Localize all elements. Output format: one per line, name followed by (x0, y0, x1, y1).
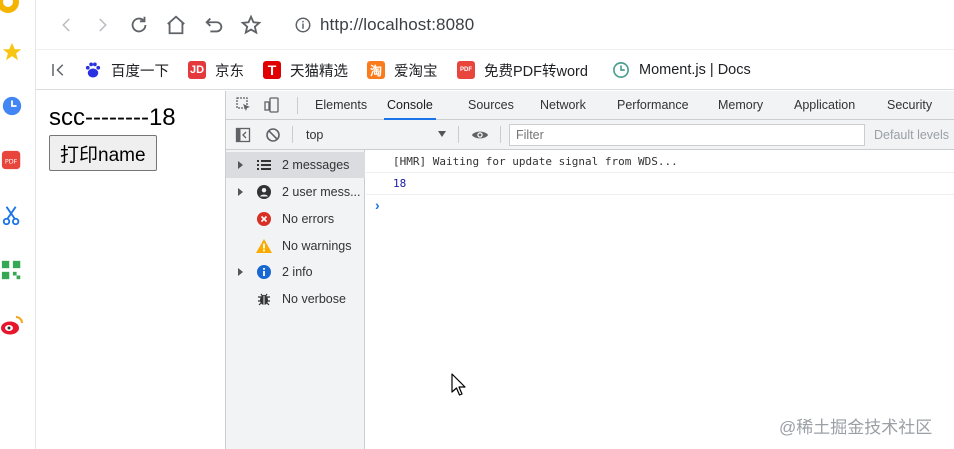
console-toolbar: top Default levels (226, 120, 954, 150)
arrow-left-icon (62, 18, 70, 32)
info-circle-icon[interactable] (294, 16, 312, 34)
page-text: scc--------18 (49, 104, 176, 131)
mouse-cursor-icon (451, 373, 467, 402)
bookmarks-bar: 百度一下 JD 京东 T 天猫精选 淘 爱淘宝 PDF 免费PDF转word M… (36, 49, 954, 90)
device-toolbar-button[interactable] (263, 96, 281, 114)
svg-text:PDF: PDF (5, 158, 18, 166)
bookmarks-toggle[interactable] (50, 50, 68, 90)
console-prompt-icon[interactable]: › (375, 197, 380, 213)
home-icon (167, 15, 185, 35)
inspect-cursor-icon (236, 97, 250, 111)
arrow-right-icon (99, 18, 107, 32)
list-icon (256, 157, 272, 173)
user-icon (256, 184, 272, 200)
expand-arrow-icon (238, 161, 243, 169)
star-icon[interactable] (0, 40, 24, 64)
address-bar[interactable]: http://localhost:8080 (294, 12, 474, 38)
jd-icon: JD (188, 61, 206, 79)
bookmark-moment[interactable]: Moment.js | Docs (612, 50, 751, 90)
sidebar-item-verbose[interactable]: No verbose (226, 286, 365, 312)
tab-console[interactable]: Console (384, 91, 436, 120)
tab-memory[interactable]: Memory (718, 91, 763, 120)
devtools-tab-bar: Elements Console Sources Network Perform… (226, 91, 954, 120)
taobao-icon: 淘 (367, 61, 385, 79)
bookmark-tmall[interactable]: T 天猫精选 (263, 50, 348, 90)
sidebar-item-user-messages[interactable]: 2 user mess... (226, 179, 365, 205)
watermark: @稀土掘金技术社区 (779, 418, 933, 437)
forward-button[interactable] (89, 12, 115, 38)
inspect-element-button[interactable] (235, 96, 253, 114)
reload-button[interactable] (126, 12, 152, 38)
tab-performance[interactable]: Performance (617, 91, 689, 120)
device-mobile-icon (264, 97, 279, 113)
back-button[interactable] (54, 12, 80, 38)
show-sidebar-button[interactable] (234, 126, 252, 144)
bookmark-star-button[interactable] (238, 12, 264, 38)
pdf-icon: PDF (457, 61, 475, 79)
filter-input[interactable] (509, 124, 865, 146)
qrcode-icon[interactable] (0, 258, 24, 282)
tmall-icon: T (263, 61, 281, 79)
scissors-icon[interactable] (0, 204, 24, 228)
console-message: 18 (366, 173, 954, 195)
info-icon (256, 264, 272, 280)
expand-arrow-icon (238, 268, 243, 276)
star-outline-icon (240, 14, 262, 35)
clear-console-button[interactable] (264, 126, 282, 144)
bookmark-pdf[interactable]: PDF 免费PDF转word (457, 50, 588, 90)
live-expression-button[interactable] (471, 126, 489, 144)
undo-icon (205, 17, 223, 33)
clock-icon[interactable] (0, 94, 24, 118)
sidebar-item-info[interactable]: 2 info (226, 259, 365, 285)
pdf-icon[interactable]: PDF (0, 148, 24, 172)
reload-icon (131, 16, 147, 33)
sidebar-item-errors[interactable]: No errors (226, 206, 365, 232)
bookmark-jd[interactable]: JD 京东 (188, 50, 244, 90)
home-button[interactable] (163, 12, 189, 38)
weibo-icon[interactable] (0, 313, 24, 337)
url-text[interactable]: http://localhost:8080 (320, 15, 474, 35)
console-message: [HMR] Waiting for update signal from WDS… (366, 151, 954, 173)
sidebar-panel-icon (235, 127, 251, 143)
sidebar-item-messages[interactable]: 2 messages (226, 152, 365, 178)
tab-sources[interactable]: Sources (468, 91, 514, 120)
eye-icon (471, 131, 489, 139)
log-levels-dropdown[interactable]: Default levels (874, 124, 949, 146)
warning-icon (256, 238, 272, 254)
context-selector[interactable]: top (298, 124, 450, 146)
console-output: [HMR] Waiting for update signal from WDS… (366, 150, 954, 449)
tab-application[interactable]: Application (794, 91, 855, 120)
chrome-logo-icon[interactable] (0, 0, 24, 18)
bookmark-baidu[interactable]: 百度一下 (84, 50, 169, 90)
moment-clock-icon (612, 61, 630, 79)
page-viewport: scc--------18 打印name (36, 91, 225, 449)
tab-network[interactable]: Network (540, 91, 586, 120)
sidebar-item-warnings[interactable]: No warnings (226, 233, 365, 259)
bug-icon (256, 291, 272, 307)
dropdown-arrow-icon (438, 131, 446, 137)
undo-button[interactable] (201, 12, 227, 38)
print-name-button[interactable]: 打印name (49, 135, 157, 171)
browser-toolbar: http://localhost:8080 (36, 0, 954, 49)
baidu-icon (84, 61, 102, 79)
devtools-panel: Elements Console Sources Network Perform… (225, 91, 954, 449)
console-sidebar: 2 messages 2 user mess... No errors No w… (226, 150, 365, 449)
bookmark-taobao[interactable]: 淘 爱淘宝 (367, 50, 438, 90)
tab-security[interactable]: Security (887, 91, 932, 120)
clear-ban-icon (266, 128, 280, 142)
expand-arrow-icon (238, 188, 243, 196)
extension-sidebar: PDF (0, 0, 36, 449)
tab-elements[interactable]: Elements (315, 91, 367, 120)
error-icon (256, 211, 272, 227)
sidebar-collapse-icon (52, 64, 64, 76)
